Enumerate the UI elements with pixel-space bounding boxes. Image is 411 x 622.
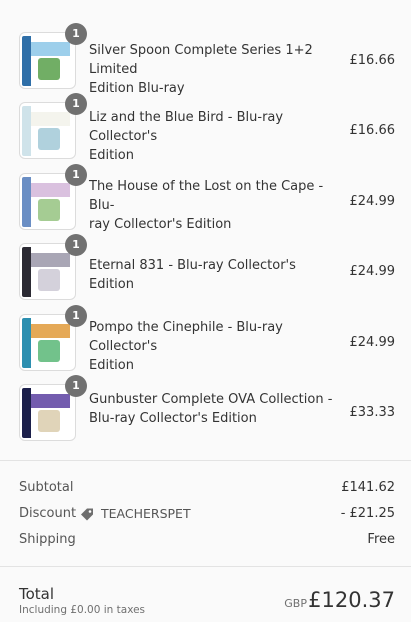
item-title-line: ray Collector's Edition [89, 217, 232, 232]
product-thumbnail: 1 [19, 23, 87, 89]
cart-item: 1 Silver Spoon Complete Series 1+2 Limit… [19, 23, 396, 96]
cover-image [22, 388, 70, 438]
shipping-row: Shipping Free [19, 531, 395, 549]
cover-art [31, 394, 70, 408]
item-price: £33.33 [349, 405, 396, 420]
cover-art [38, 269, 60, 291]
product-thumbnail: 1 [19, 93, 87, 159]
item-title-line: Liz and the Blue Bird - Blu-ray Collecto… [89, 110, 284, 144]
quantity-badge: 1 [65, 93, 87, 115]
discount-value: - £21.25 [340, 506, 395, 521]
cover-art [38, 199, 60, 221]
cover-spine [22, 177, 31, 227]
product-thumbnail: 1 [19, 375, 87, 441]
cover-art [38, 340, 60, 362]
cover-art [31, 112, 70, 126]
cover-image [22, 247, 70, 297]
cover-image [22, 318, 70, 368]
cart-item: 1 Eternal 831 - Blu-ray Collector's Edit… [19, 234, 396, 301]
cover-art [38, 410, 60, 432]
item-title: Eternal 831 - Blu-ray Collector's Editio… [89, 256, 339, 294]
item-title-line: The House of the Lost on the Cape - Blu- [89, 179, 324, 213]
cover-spine [22, 106, 31, 156]
cover-spine [22, 388, 31, 438]
product-thumbnail: 1 [19, 305, 87, 371]
cover-art [38, 128, 60, 150]
item-title: Liz and the Blue Bird - Blu-ray Collecto… [89, 108, 339, 165]
cart-item: 1 The House of the Lost on the Cape - Bl… [19, 164, 396, 234]
tax-note: Including £0.00 in taxes [19, 604, 146, 616]
cover-spine [22, 247, 31, 297]
item-title: The House of the Lost on the Cape - Blu-… [89, 177, 339, 234]
cart-item: 1 Liz and the Blue Bird - Blu-ray Collec… [19, 93, 396, 163]
shipping-value: Free [367, 532, 395, 547]
item-title: Silver Spoon Complete Series 1+2 Limited… [89, 41, 339, 98]
cover-spine [22, 36, 31, 86]
item-price: £24.99 [349, 264, 396, 279]
item-price: £16.66 [349, 53, 396, 68]
product-thumbnail: 1 [19, 234, 87, 300]
cover-art [31, 42, 70, 56]
quantity-badge: 1 [65, 305, 87, 327]
item-title: Gunbuster Complete OVA Collection - Blu-… [89, 390, 339, 428]
total-value: £120.37 [308, 588, 395, 612]
cart-item: 1 Gunbuster Complete OVA Collection - Bl… [19, 375, 396, 442]
subtotal-row: Subtotal £141.62 [19, 479, 395, 497]
shipping-label: Shipping [19, 532, 76, 547]
discount-code-text: TEACHERSPET [101, 506, 191, 521]
cover-spine [22, 318, 31, 368]
discount-row: Discount TEACHERSPET - £21.25 [19, 505, 395, 523]
item-price: £16.66 [349, 123, 396, 138]
item-price: £24.99 [349, 194, 396, 209]
quantity-badge: 1 [65, 23, 87, 45]
cover-art [31, 324, 70, 338]
section-divider [0, 566, 411, 567]
cover-art [38, 58, 60, 80]
cover-image [22, 106, 70, 156]
quantity-badge: 1 [65, 164, 87, 186]
item-title-line: Edition Blu-ray [89, 81, 185, 96]
quantity-badge: 1 [65, 375, 87, 397]
currency-code: GBP [284, 597, 307, 610]
discount-code: TEACHERSPET [79, 505, 191, 523]
cover-art [31, 183, 70, 197]
item-title: Pompo the Cinephile - Blu-ray Collector'… [89, 318, 339, 375]
item-title-line: Edition [89, 148, 134, 163]
item-title-line: Gunbuster Complete OVA Collection - [89, 392, 333, 407]
cart-item: 1 Pompo the Cinephile - Blu-ray Collecto… [19, 305, 396, 375]
subtotal-label: Subtotal [19, 480, 74, 495]
total-label: Total [19, 585, 55, 603]
section-divider [0, 460, 411, 461]
cover-image [22, 36, 70, 86]
product-thumbnail: 1 [19, 164, 87, 230]
item-price: £24.99 [349, 335, 396, 350]
tag-icon [79, 506, 95, 522]
item-title-line: Blu-ray Collector's Edition [89, 411, 257, 426]
item-title-line: Pompo the Cinephile - Blu-ray Collector'… [89, 320, 283, 354]
item-title-line: Silver Spoon Complete Series 1+2 Limited [89, 43, 313, 77]
cover-art [31, 253, 70, 267]
discount-label: Discount [19, 506, 77, 521]
item-title-line: Edition [89, 358, 134, 373]
item-title-line: Eternal 831 - Blu-ray Collector's Editio… [89, 258, 296, 292]
subtotal-value: £141.62 [341, 480, 395, 495]
quantity-badge: 1 [65, 234, 87, 256]
cover-image [22, 177, 70, 227]
